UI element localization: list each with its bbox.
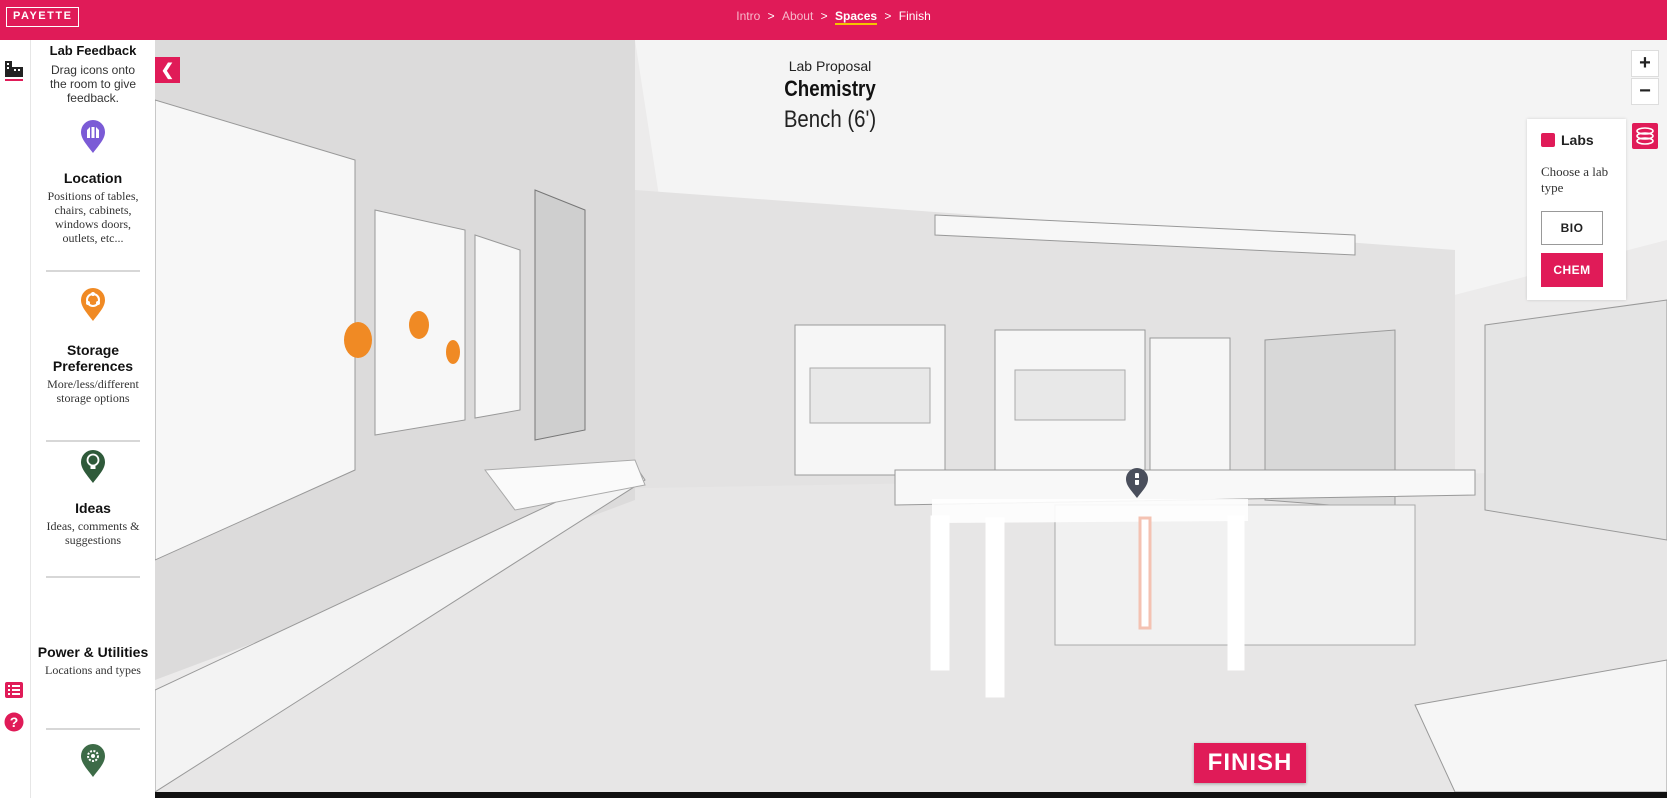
category-power-pin[interactable]: [31, 742, 155, 778]
category-description: Ideas, comments & suggestions: [46, 519, 140, 547]
category-title: Storage Preferences: [52, 342, 134, 374]
collapse-panel-button[interactable]: ❮: [155, 57, 180, 83]
chevron-left-icon: ❮: [160, 62, 175, 79]
category-description: Locations and types: [45, 663, 141, 677]
selected-item-name: Bench (6'): [783, 106, 877, 133]
bottom-edge: [155, 792, 1667, 798]
category-description: Positions of tables, chairs, cabinets, w…: [47, 189, 139, 245]
panel-instructions: Drag icons onto the room to give feedbac…: [49, 63, 137, 105]
breadcrumb-intro[interactable]: Intro: [736, 9, 760, 23]
ideas-pin-icon[interactable]: [79, 448, 107, 484]
category-title: Location: [63, 170, 123, 186]
lab-room-view[interactable]: [155, 40, 1667, 792]
svg-text:?: ?: [10, 714, 19, 730]
divider: [46, 270, 140, 272]
category-title: Ideas: [75, 500, 111, 516]
divider: [46, 728, 140, 730]
breadcrumb-separator: >: [767, 9, 775, 23]
feedback-panel: Lab Feedback Drag icons onto the room to…: [31, 40, 155, 798]
category-title: Power & Utilities: [37, 644, 149, 660]
category-power-utilities[interactable]: Power & Utilities Locations and types: [31, 644, 155, 677]
bio-lab-button[interactable]: BIO: [1541, 211, 1603, 245]
room-title: Lab Proposal Chemistry Bench (6'): [740, 58, 920, 134]
panel-title: Lab Feedback: [49, 43, 137, 58]
labs-panel: Labs Choose a lab type BIO CHEM: [1527, 119, 1626, 300]
location-pin-icon[interactable]: [79, 118, 107, 154]
proposal-label: Lab Proposal: [788, 58, 872, 74]
breadcrumb-separator: >: [820, 9, 828, 23]
breadcrumb-separator: >: [884, 9, 892, 23]
category-description: More/less/different storage options: [47, 377, 139, 405]
breadcrumb-finish[interactable]: Finish: [899, 9, 931, 23]
category-ideas[interactable]: Ideas Ideas, comments & suggestions: [31, 448, 155, 547]
building-icon[interactable]: [2, 58, 26, 82]
lab-room-illustration: [155, 40, 1667, 792]
placed-feedback-pin-icon[interactable]: [1124, 466, 1150, 502]
lab-type-icon: [1541, 133, 1555, 147]
top-bar: PAYETTE Intro > About > Spaces > Finish: [0, 0, 1667, 40]
chem-lab-button[interactable]: CHEM: [1541, 253, 1603, 287]
layers-icon[interactable]: [1632, 123, 1658, 149]
finish-button[interactable]: FINISH: [1194, 743, 1306, 783]
breadcrumb-spaces[interactable]: Spaces: [835, 9, 878, 25]
list-icon[interactable]: [2, 678, 26, 702]
zoom-in-button[interactable]: +: [1631, 50, 1659, 77]
icon-rail: ?: [0, 40, 31, 798]
zoom-out-button[interactable]: −: [1631, 78, 1659, 105]
breadcrumb: Intro > About > Spaces > Finish: [0, 9, 1667, 25]
breadcrumb-about[interactable]: About: [782, 9, 813, 23]
divider: [46, 576, 140, 578]
help-icon[interactable]: ?: [2, 710, 26, 734]
storage-pin-icon[interactable]: [79, 286, 107, 322]
divider: [46, 440, 140, 442]
lab-name: Chemistry: [784, 76, 876, 101]
labs-title: Labs: [1561, 132, 1594, 148]
labs-header: Labs: [1541, 132, 1594, 148]
labs-description: Choose a lab type: [1541, 164, 1609, 195]
category-storage[interactable]: Storage Preferences More/less/different …: [31, 286, 155, 405]
category-location[interactable]: Location Positions of tables, chairs, ca…: [31, 118, 155, 245]
power-pin-icon[interactable]: [79, 742, 107, 778]
